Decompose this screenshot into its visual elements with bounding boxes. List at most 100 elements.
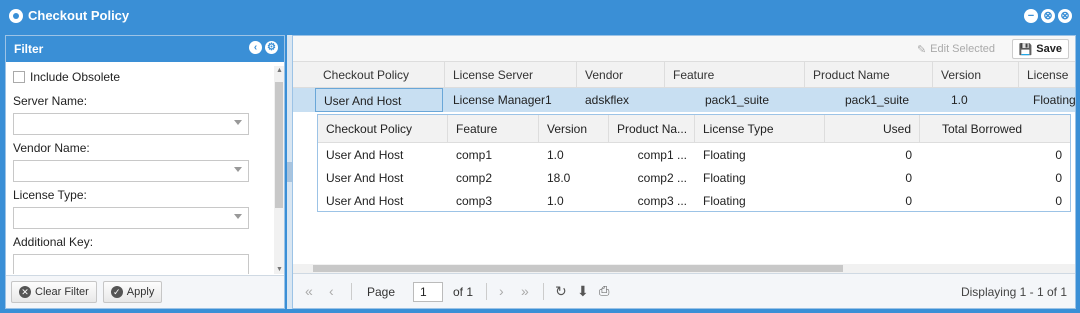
sub-column-used[interactable]: Used [825, 115, 920, 143]
apply-button[interactable]: ✓ Apply [102, 281, 163, 303]
additional-key-label: Additional Key: [13, 235, 94, 249]
chevron-down-icon [234, 167, 242, 172]
scroll-down-icon[interactable]: ▼ [276, 266, 283, 273]
sub-cell-product-name: comp3 ... [637, 194, 687, 208]
column-header-license[interactable]: License [1019, 62, 1075, 88]
clear-icon: ✕ [19, 286, 31, 298]
subgrid-row[interactable]: User And Host comp2 18.0 comp2 ... Float… [318, 167, 1070, 190]
filter-body: Include Obsolete Server Name: Vendor Nam… [6, 62, 272, 274]
filter-footer: ✕ Clear Filter ✓ Apply [6, 275, 284, 308]
title-bar: Checkout Policy − ⊗ ⊗ [0, 0, 1080, 32]
sub-cell-license-type: Floating [703, 171, 746, 185]
grid-toolbar: ✎ Edit Selected 💾 Save [293, 36, 1075, 62]
sub-cell-checkout-policy: User And Host [326, 148, 404, 162]
sub-cell-product-name: comp1 ... [637, 148, 687, 162]
edit-selected-button[interactable]: ✎ Edit Selected [911, 39, 1001, 59]
server-name-select[interactable] [13, 113, 249, 135]
sub-column-feature[interactable]: Feature [448, 115, 539, 143]
page-number-input[interactable]: 1 [413, 282, 443, 302]
scroll-up-icon[interactable]: ▲ [276, 67, 283, 74]
grid-header-row: Checkout Policy License Server Vendor Fe… [293, 62, 1075, 88]
horizontal-scroll-thumb[interactable] [313, 265, 843, 272]
save-icon: 💾 [1018, 43, 1033, 56]
previous-page-icon[interactable]: ‹ [329, 283, 334, 299]
sub-cell-used: 0 [905, 148, 912, 162]
sub-column-checkout-policy[interactable]: Checkout Policy [318, 115, 448, 143]
license-type-select[interactable] [13, 207, 249, 229]
chevron-down-icon [234, 120, 242, 125]
refresh-icon[interactable]: ↻ [555, 283, 567, 300]
vendor-name-label: Vendor Name: [13, 141, 90, 155]
additional-key-input[interactable] [13, 254, 249, 274]
close-icon[interactable]: ⊗ [1058, 9, 1072, 23]
clear-filter-label: Clear Filter [35, 286, 89, 298]
include-obsolete-row[interactable]: Include Obsolete [13, 68, 265, 86]
save-button[interactable]: 💾 Save [1011, 39, 1069, 59]
sub-column-version[interactable]: Version [539, 115, 609, 143]
sub-column-license-type[interactable]: License Type [695, 115, 825, 143]
sub-cell-feature: comp2 [456, 171, 493, 185]
chevron-down-icon [234, 214, 242, 219]
filter-scroll-thumb[interactable] [275, 82, 283, 208]
cell-feature: pack1_suite [705, 93, 770, 107]
policy-grid: Checkout Policy License Server Vendor Fe… [293, 62, 1075, 262]
save-label: Save [1036, 43, 1062, 55]
window-buttons: − ⊗ ⊗ [1024, 9, 1072, 23]
grid-horizontal-scrollbar[interactable] [293, 264, 1075, 273]
cell-product-name: pack1_suite [845, 93, 910, 107]
next-page-icon[interactable]: › [499, 283, 504, 299]
collapse-left-icon[interactable]: ‹ [249, 41, 262, 54]
sub-cell-feature: comp1 [456, 148, 493, 162]
sub-cell-total-borrowed: 0 [1055, 194, 1062, 208]
sub-cell-version: 1.0 [547, 194, 564, 208]
vendor-name-select[interactable] [13, 160, 249, 182]
sub-cell-feature: comp3 [456, 194, 493, 208]
table-row[interactable]: User And Host License Manager1 adskflex … [293, 88, 1075, 112]
filter-header: Filter ‹ ⚙ [6, 36, 284, 62]
column-header-vendor[interactable]: Vendor [577, 62, 665, 88]
subgrid-header-row: Checkout Policy Feature Version Product … [318, 115, 1070, 143]
edit-icon: ✎ [916, 43, 927, 56]
minimize-icon[interactable]: − [1024, 9, 1038, 23]
checkout-policy-window: Checkout Policy − ⊗ ⊗ Filter ‹ ⚙ Include… [0, 0, 1080, 313]
gear-icon[interactable]: ⚙ [265, 41, 278, 54]
sub-cell-used: 0 [905, 194, 912, 208]
print-icon[interactable]: ⎙ [599, 283, 609, 299]
pager-separator [543, 283, 544, 300]
last-page-icon[interactable]: » [521, 283, 529, 299]
pager-separator [486, 283, 487, 300]
window-title: Checkout Policy [28, 8, 130, 23]
column-header-version[interactable]: Version [933, 62, 1019, 88]
sub-cell-total-borrowed: 0 [1055, 148, 1062, 162]
sub-cell-total-borrowed: 0 [1055, 171, 1062, 185]
column-header-feature[interactable]: Feature [665, 62, 805, 88]
subgrid-row[interactable]: User And Host comp3 1.0 comp3 ... Floati… [318, 190, 1070, 213]
cell-checkout-policy[interactable]: User And Host [315, 88, 443, 112]
cell-license-server: License Manager1 [453, 93, 552, 107]
sub-cell-used: 0 [905, 171, 912, 185]
restore-icon[interactable]: ⊗ [1041, 9, 1055, 23]
sub-cell-checkout-policy: User And Host [326, 171, 404, 185]
first-page-icon[interactable]: « [305, 283, 313, 299]
check-icon: ✓ [110, 286, 123, 298]
apply-label: Apply [126, 286, 155, 298]
column-header-checkout-policy[interactable]: Checkout Policy [315, 62, 445, 88]
paging-toolbar: « ‹ Page 1 of 1 › » ↻ ⬇ ⎙ Displaying 1 -… [293, 273, 1075, 308]
sub-cell-license-type: Floating [703, 148, 746, 162]
page-label: Page [367, 285, 396, 299]
clear-filter-button[interactable]: ✕ Clear Filter [11, 281, 97, 303]
column-header-license-server[interactable]: License Server [445, 62, 577, 88]
download-icon[interactable]: ⬇ [577, 283, 589, 300]
sub-cell-checkout-policy: User And Host [326, 194, 404, 208]
filter-scrollbar[interactable]: ▲ ▼ [274, 66, 284, 274]
sub-cell-product-name: comp2 ... [637, 171, 687, 185]
pager-separator [351, 283, 352, 300]
cell-version: 1.0 [951, 93, 968, 107]
include-obsolete-checkbox[interactable] [13, 71, 25, 83]
subgrid-row[interactable]: User And Host comp1 1.0 comp1 ... Floati… [318, 144, 1070, 167]
column-header-product-name[interactable]: Product Name [805, 62, 933, 88]
policy-grid-panel: ✎ Edit Selected 💾 Save Checkout Policy L… [292, 35, 1076, 309]
sub-column-total-borrowed[interactable]: Total Borrowed [920, 115, 1070, 143]
page-count-label: of 1 [453, 285, 474, 299]
sub-column-product-name[interactable]: Product Na... [609, 115, 695, 143]
